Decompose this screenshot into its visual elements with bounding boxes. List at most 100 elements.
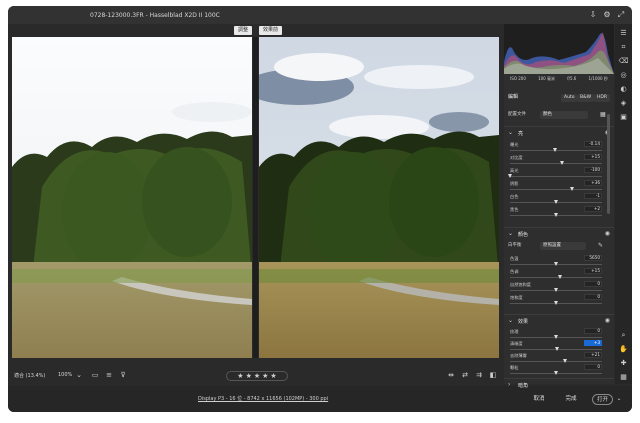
edit-sliders-icon[interactable]: ☰ <box>618 28 629 39</box>
mask-icon[interactable]: ◐ <box>618 84 629 95</box>
eyedropper-icon[interactable]: ✎ <box>598 241 603 250</box>
bw-button[interactable]: B&W <box>577 94 595 102</box>
slider-thumb[interactable] <box>553 335 558 339</box>
crop-icon[interactable]: ⌗ <box>618 42 629 53</box>
slider-thumb[interactable] <box>554 213 559 217</box>
before-label[interactable]: 調整 <box>234 26 253 35</box>
slider-thumb[interactable] <box>555 347 560 351</box>
slider-value-input[interactable]: 0 <box>584 328 602 334</box>
slider-thumb[interactable] <box>553 288 558 292</box>
filmstrip-icon[interactable]: ▭ <box>90 370 100 380</box>
light-section-header[interactable]: ⌄ 亮 ◉ <box>504 126 614 138</box>
panel-scrollbar[interactable] <box>607 114 610 214</box>
slider-light-1[interactable]: 对比度 +15 <box>510 154 606 166</box>
slider-color-0[interactable]: 色温 5650 <box>510 255 606 267</box>
slider-thumb[interactable] <box>559 161 564 165</box>
eye-icon[interactable]: ◉ <box>605 317 610 324</box>
after-label[interactable]: 效果前 <box>259 26 283 35</box>
slider-value-input[interactable]: +36 <box>584 180 602 186</box>
done-button[interactable]: 完成 <box>560 394 582 405</box>
slider-color-1[interactable]: 色调 +15 <box>510 268 606 280</box>
sampler-icon[interactable]: ✚ <box>618 358 629 369</box>
profile-browser-icon[interactable]: ▦ <box>600 110 606 119</box>
fit-zoom-button[interactable]: 適合 (13.4%) <box>14 372 45 379</box>
before-after-icon[interactable]: ⇹ <box>446 370 456 380</box>
slider-thumb[interactable] <box>562 359 567 363</box>
profile-select[interactable]: 顏色 <box>540 111 588 119</box>
slider-track[interactable] <box>510 163 602 164</box>
star-icon[interactable]: ★ <box>262 372 268 380</box>
hdr-button[interactable]: HDR <box>594 94 610 102</box>
chevron-down-icon[interactable]: ⌄ <box>74 370 84 380</box>
color-section-header[interactable]: ⌄ 顏色 ◉ <box>504 227 614 239</box>
toggle-view-icon[interactable]: ◧ <box>488 370 498 380</box>
slider-value-input[interactable]: -100 <box>584 167 602 173</box>
slider-value-input[interactable]: -1 <box>584 193 602 199</box>
white-balance-select[interactable]: 原照設置 <box>540 242 586 250</box>
gear-icon[interactable]: ⚙ <box>602 10 612 20</box>
slider-thumb[interactable] <box>553 262 558 266</box>
slider-track[interactable] <box>510 176 602 177</box>
slider-value-input[interactable]: +3 <box>584 340 602 346</box>
eraser-icon[interactable]: ⌫ <box>618 56 629 67</box>
star-icon[interactable]: ★ <box>270 372 276 380</box>
slider-thumb[interactable] <box>552 148 557 152</box>
slider-thumb[interactable] <box>553 301 558 305</box>
slider-value-input[interactable]: +15 <box>584 268 602 274</box>
slider-value-input[interactable]: 5650 <box>584 255 602 261</box>
chevron-down-icon[interactable]: ⌄ <box>615 394 623 405</box>
slider-value-input[interactable]: -0.14 <box>584 141 602 147</box>
slider-thumb[interactable] <box>558 275 563 279</box>
swap-icon[interactable]: ⇄ <box>460 370 470 380</box>
slider-thumb[interactable] <box>570 187 575 191</box>
slider-light-5[interactable]: 黑色 +2 <box>510 206 606 218</box>
split-divider[interactable] <box>253 37 258 358</box>
vignette-section-header[interactable]: › 暗角 <box>504 378 614 390</box>
star-icon[interactable]: ★ <box>237 372 243 380</box>
slider-value-input[interactable]: 0 <box>584 294 602 300</box>
star-rating[interactable]: ★ ★ ★ ★ ★ <box>226 371 288 381</box>
slider-light-3[interactable]: 阴影 +36 <box>510 180 606 192</box>
slider-track[interactable] <box>510 277 602 278</box>
cancel-button[interactable]: 取消 <box>528 394 550 405</box>
slider-light-0[interactable]: 曝光 -0.14 <box>510 141 606 153</box>
chevron-right-icon[interactable]: › <box>508 381 510 388</box>
slider-thumb[interactable] <box>553 371 558 375</box>
slider-effect-1[interactable]: 清晰度 +3 <box>510 340 606 352</box>
slider-color-2[interactable]: 自然饱和度 0 <box>510 281 606 293</box>
save-icon[interactable]: ⇩ <box>588 10 598 20</box>
star-icon[interactable]: ★ <box>254 372 260 380</box>
chevron-down-icon[interactable]: ⌄ <box>508 129 513 136</box>
eye-icon[interactable]: ◉ <box>605 230 610 237</box>
copy-settings-icon[interactable]: ⇉ <box>474 370 484 380</box>
slider-effect-0[interactable]: 纹理 0 <box>510 328 606 340</box>
slider-value-input[interactable]: +15 <box>584 154 602 160</box>
workflow-options-link[interactable]: Display P3 - 16 位 - 8742 x 11656 (102MP)… <box>198 395 328 402</box>
redeye-icon[interactable]: ◎ <box>618 70 629 81</box>
slider-track[interactable] <box>510 361 602 362</box>
grid-icon[interactable]: ▦ <box>618 372 629 383</box>
slider-color-3[interactable]: 饱和度 0 <box>510 294 606 306</box>
slider-value-input[interactable]: 0 <box>584 281 602 287</box>
slider-light-4[interactable]: 白色 -1 <box>510 193 606 205</box>
slider-value-input[interactable]: +21 <box>584 352 602 358</box>
auto-button[interactable]: Auto <box>561 94 578 102</box>
hand-icon[interactable]: ✋ <box>618 344 629 355</box>
slider-thumb[interactable] <box>553 200 558 204</box>
sort-icon[interactable]: ≡ <box>104 370 114 380</box>
slider-value-input[interactable]: +2 <box>584 206 602 212</box>
slider-effect-2[interactable]: 去除薄雾 +21 <box>510 352 606 364</box>
open-button[interactable]: 打开 <box>592 394 614 405</box>
filter-icon[interactable]: ⊽ <box>118 370 128 380</box>
slider-value-input[interactable]: 0 <box>584 364 602 370</box>
zoom-level-select[interactable]: 100% <box>58 372 72 378</box>
chevron-down-icon[interactable]: ⌄ <box>508 317 513 324</box>
presets-icon[interactable]: ◈ <box>618 98 629 109</box>
chevron-down-icon[interactable]: ⌄ <box>508 230 513 237</box>
zoom-icon[interactable]: ⌕ <box>618 330 629 341</box>
slider-effect-3[interactable]: 颗粒 0 <box>510 364 606 376</box>
star-icon[interactable]: ★ <box>246 372 252 380</box>
snapshots-icon[interactable]: ▣ <box>618 112 629 123</box>
fullscreen-icon[interactable]: ⤢ <box>616 10 626 20</box>
effects-section-header[interactable]: ⌄ 效果 ◉ <box>504 314 614 326</box>
